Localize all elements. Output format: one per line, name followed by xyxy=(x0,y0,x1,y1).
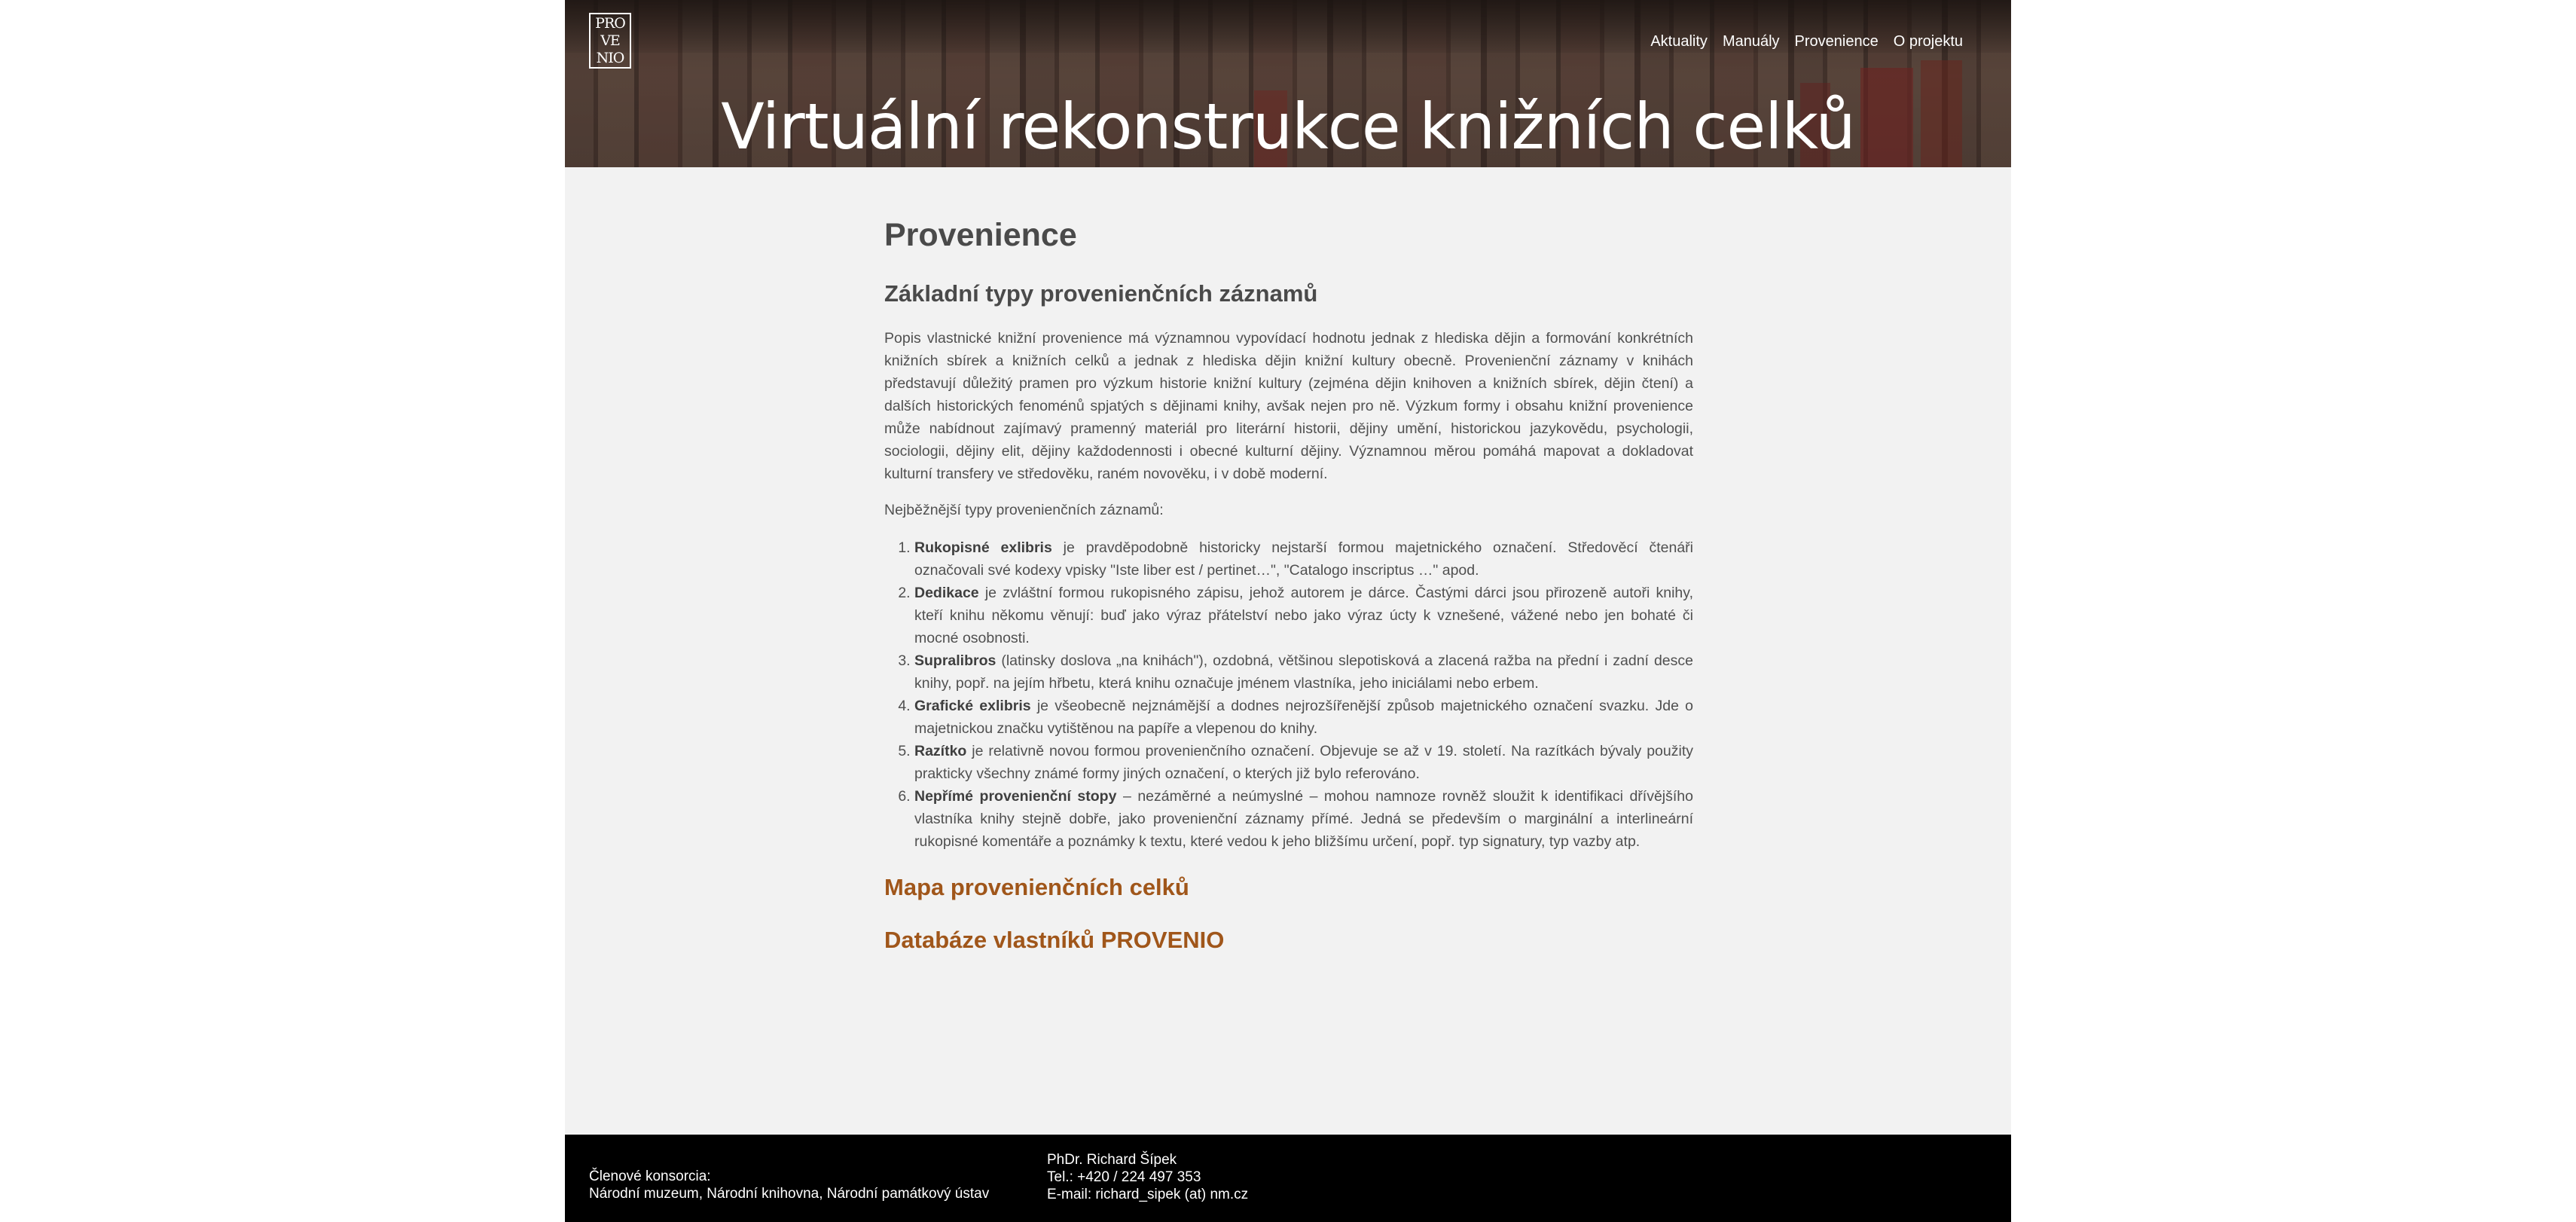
footer: Členové konsorcia: Národní muzeum, Národ… xyxy=(565,1135,2011,1222)
header-banner: PRO VE NIO Aktuality Manuály Provenience… xyxy=(565,0,2011,167)
provenio-logo[interactable]: PRO VE NIO xyxy=(589,13,631,69)
section-title: Základní typy provenienčních záznamů xyxy=(884,280,1318,307)
main-content: Provenience Základní typy provenienčních… xyxy=(884,212,1693,955)
main-nav: Aktuality Manuály Provenience O projektu xyxy=(1650,33,1963,50)
list-item: Grafické exlibris je všeobecně nejznáměj… xyxy=(914,695,1693,740)
type-term: Grafické exlibris xyxy=(914,698,1031,714)
logo-line: PRO xyxy=(595,14,626,32)
owners-database-link[interactable]: Databáze vlastníků PROVENIO xyxy=(884,925,1693,955)
type-description: je relativně novou formou provenienčního… xyxy=(914,743,1693,782)
footer-contact-email: E-mail: richard_sipek (at) nm.cz xyxy=(1047,1187,1249,1202)
nav-item-o-projektu[interactable]: O projektu xyxy=(1894,33,1963,50)
list-item: Dedikace je zvláštní formou rukopisného … xyxy=(914,582,1693,649)
type-term: Razítko xyxy=(914,743,967,759)
footer-contact-phone: Tel.: +420 / 224 497 353 xyxy=(1047,1169,1201,1185)
list-item: Nepřímé provenienční stopy – nezáměrné a… xyxy=(914,785,1693,853)
type-term: Nepřímé provenienční stopy xyxy=(914,788,1117,805)
list-item: Rukopisné exlibris je pravděpodobně hist… xyxy=(914,536,1693,582)
footer-consortium-members: Národní muzeum, Národní knihovna, Národn… xyxy=(589,1186,990,1202)
logo-line: NIO xyxy=(596,49,625,66)
list-item: Razítko je relativně novou formou proven… xyxy=(914,740,1693,785)
footer-contact: PhDr. Richard Šípek Tel.: +420 / 224 497… xyxy=(1047,1151,1248,1203)
intro-paragraph: Popis vlastnické knižní provenience má v… xyxy=(884,330,1693,482)
list-item: Supralibros (latinsky doslova „na knihác… xyxy=(914,649,1693,695)
type-description: je všeobecně nejznámější a dodnes nejroz… xyxy=(914,698,1694,737)
page-frame: PRO VE NIO Aktuality Manuály Provenience… xyxy=(565,0,2011,1222)
type-description: je zvláštní formou rukopisného zápisu, j… xyxy=(914,585,1693,646)
logo-line: VE xyxy=(600,32,621,49)
type-term: Supralibros xyxy=(914,652,997,669)
type-term: Rukopisné exlibris xyxy=(914,539,1052,556)
map-link[interactable]: Mapa provenienčních celků xyxy=(884,872,1693,903)
nav-item-aktuality[interactable]: Aktuality xyxy=(1650,33,1708,50)
list-lead: Nejběžnější typy provenienčních záznamů: xyxy=(884,502,1164,518)
nav-item-provenience[interactable]: Provenience xyxy=(1795,33,1879,50)
nav-item-manualy[interactable]: Manuály xyxy=(1723,33,1780,50)
site-title: Virtuální rekonstrukce knižních celků xyxy=(721,90,1856,163)
footer-consortium-label: Členové konsorcia: xyxy=(589,1169,711,1184)
type-description: (latinsky doslova „na knihách"), ozdobná… xyxy=(914,652,1693,692)
page-title: Provenience xyxy=(884,217,1077,253)
footer-contact-name: PhDr. Richard Šípek xyxy=(1047,1152,1177,1168)
provenance-types-list: Rukopisné exlibris je pravděpodobně hist… xyxy=(884,536,1693,853)
type-term: Dedikace xyxy=(914,585,979,601)
footer-consortium: Členové konsorcia: Národní muzeum, Národ… xyxy=(589,1168,989,1202)
